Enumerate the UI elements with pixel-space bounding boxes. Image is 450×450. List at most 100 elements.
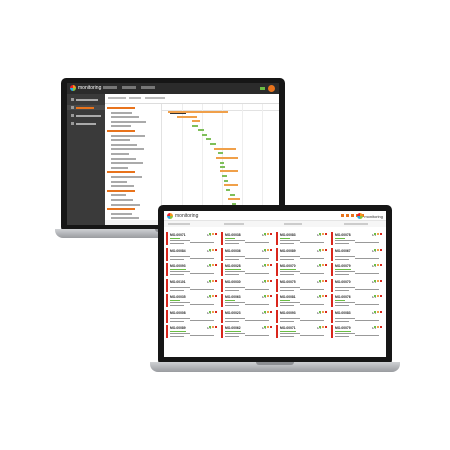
top-menu-item[interactable] bbox=[122, 86, 136, 89]
work-order-card[interactable]: MO-00093 1/1 bbox=[276, 309, 328, 323]
task-group-row[interactable] bbox=[107, 171, 135, 174]
toolbar-button[interactable] bbox=[129, 97, 141, 99]
work-order-card[interactable]: MO-00071 1/1 bbox=[276, 325, 328, 338]
sidebar-item[interactable] bbox=[71, 97, 101, 102]
work-order-card[interactable]: MO-00070 1/1 bbox=[276, 263, 328, 276]
gantt-task-bar[interactable] bbox=[222, 175, 227, 177]
work-order-card[interactable]: MO-00038 1/1 bbox=[221, 232, 273, 245]
status-dots bbox=[264, 295, 272, 297]
task-group-row[interactable] bbox=[107, 189, 135, 192]
task-row[interactable] bbox=[111, 212, 132, 215]
gantt-task-bar[interactable] bbox=[218, 152, 223, 154]
task-row[interactable] bbox=[111, 166, 128, 169]
work-order-card[interactable]: MO-00067 1/1 bbox=[331, 247, 383, 261]
task-row[interactable] bbox=[111, 194, 126, 197]
top-menu-item[interactable] bbox=[141, 86, 155, 89]
sidebar-item[interactable] bbox=[71, 121, 101, 126]
work-order-card[interactable]: MO-00062 1/1 bbox=[221, 325, 273, 338]
work-order-card[interactable]: MO-00028 1/1 bbox=[221, 263, 273, 276]
task-group-row[interactable] bbox=[107, 130, 135, 132]
card-detail-text bbox=[225, 240, 245, 241]
top-menu bbox=[103, 86, 155, 89]
work-order-card[interactable]: MO-00036 1/1 bbox=[221, 247, 273, 261]
task-row[interactable] bbox=[111, 125, 131, 128]
toolbar-button[interactable] bbox=[108, 97, 126, 99]
task-row[interactable] bbox=[111, 199, 133, 201]
gantt-task-bar[interactable] bbox=[202, 134, 207, 136]
gantt-summary-bar[interactable] bbox=[220, 170, 238, 172]
task-row[interactable] bbox=[111, 180, 127, 183]
work-order-card[interactable]: MO-00076 1/1 bbox=[331, 294, 383, 307]
toolbar-button[interactable] bbox=[145, 97, 165, 99]
tool-icon[interactable] bbox=[351, 214, 354, 217]
work-order-card[interactable]: MO-00030 1/1 bbox=[221, 278, 273, 292]
gantt-summary-bar[interactable] bbox=[224, 184, 238, 186]
work-order-card[interactable]: MO-00079 1/1 bbox=[331, 325, 383, 338]
work-order-card[interactable]: MO-00023 1/1 bbox=[221, 309, 273, 323]
task-row[interactable] bbox=[111, 157, 136, 160]
task-group-row[interactable] bbox=[107, 107, 135, 109]
gantt-task-bar[interactable] bbox=[224, 180, 228, 182]
work-order-card[interactable]: MO-00089 1/1 bbox=[276, 247, 328, 261]
filter-field[interactable] bbox=[344, 223, 368, 225]
task-group-row[interactable] bbox=[107, 208, 135, 211]
task-row[interactable] bbox=[111, 203, 140, 206]
gantt-task-bar[interactable] bbox=[226, 189, 230, 191]
gantt-summary-bar[interactable] bbox=[214, 148, 236, 150]
avatar[interactable] bbox=[268, 85, 275, 92]
gantt-summary-bar[interactable] bbox=[177, 116, 197, 118]
work-order-card[interactable]: MO-00035 1/1 bbox=[166, 294, 218, 307]
sidebar-item[interactable] bbox=[71, 113, 101, 118]
work-order-card[interactable]: MO-00063 1/1 bbox=[221, 294, 273, 307]
work-order-card[interactable]: MO-00070 1/1 bbox=[331, 278, 383, 292]
task-row[interactable] bbox=[111, 148, 144, 151]
work-order-card[interactable]: MO-00083 1/1 bbox=[276, 232, 328, 245]
gantt-task-bar[interactable] bbox=[198, 129, 204, 131]
work-order-card[interactable]: MO-00084 1/1 bbox=[166, 247, 218, 261]
work-order-card[interactable]: MO-00078 1/1 bbox=[331, 232, 383, 245]
work-order-card[interactable]: MO-00083 1/1 bbox=[331, 309, 383, 323]
task-row[interactable] bbox=[111, 162, 143, 165]
gantt-task-bar[interactable] bbox=[192, 125, 198, 127]
task-row[interactable] bbox=[111, 185, 134, 188]
app-name: monitoring bbox=[78, 85, 102, 91]
gantt-summary-bar[interactable] bbox=[216, 157, 238, 159]
tool-icon[interactable] bbox=[341, 214, 344, 217]
work-order-card[interactable]: MO-00008 1/1 bbox=[166, 309, 218, 323]
app-logo[interactable]: monitoring bbox=[167, 213, 198, 219]
work-order-card[interactable]: MO-00081 1/1 bbox=[276, 294, 328, 307]
work-order-card[interactable]: MO-00071 1/1 bbox=[166, 232, 218, 245]
top-menu-item[interactable] bbox=[103, 86, 117, 89]
filter-field[interactable] bbox=[168, 223, 190, 225]
work-order-card[interactable]: MO-00101 1/1 bbox=[166, 278, 218, 292]
gantt-task-bar[interactable] bbox=[206, 138, 211, 140]
gantt-task-bar[interactable] bbox=[220, 166, 225, 168]
gantt-task-bar[interactable] bbox=[220, 162, 224, 164]
task-row[interactable] bbox=[111, 143, 137, 146]
task-row[interactable] bbox=[111, 111, 132, 114]
status-dot-icon bbox=[322, 233, 324, 235]
sidebar-item[interactable] bbox=[67, 105, 105, 110]
status-dot-icon bbox=[212, 233, 214, 235]
task-row[interactable] bbox=[111, 153, 129, 155]
filter-field[interactable] bbox=[284, 223, 302, 225]
card-detail-text bbox=[280, 336, 294, 337]
work-order-card[interactable]: MO-00075 1/1 bbox=[276, 278, 328, 292]
task-row[interactable] bbox=[111, 120, 146, 123]
app-logo[interactable]: monitoring bbox=[70, 85, 101, 91]
tool-icon[interactable] bbox=[346, 214, 349, 217]
work-order-card[interactable]: MO-00079 1/1 bbox=[331, 263, 383, 276]
task-row[interactable] bbox=[111, 116, 139, 119]
gantt-task-bar[interactable] bbox=[230, 194, 235, 196]
task-row[interactable] bbox=[111, 134, 145, 137]
work-order-card[interactable]: MO-00093 1/1 bbox=[166, 263, 218, 276]
gantt-task-bar[interactable] bbox=[210, 143, 216, 145]
priority-stripe bbox=[166, 247, 168, 261]
filter-field[interactable] bbox=[224, 223, 244, 225]
work-order-card[interactable]: MO-00089 1/1 bbox=[166, 325, 218, 338]
task-row[interactable] bbox=[111, 139, 130, 142]
gantt-dependency-line[interactable] bbox=[170, 113, 186, 114]
task-row[interactable] bbox=[111, 176, 142, 178]
gantt-summary-bar[interactable] bbox=[228, 198, 240, 200]
gantt-summary-bar[interactable] bbox=[192, 120, 200, 122]
